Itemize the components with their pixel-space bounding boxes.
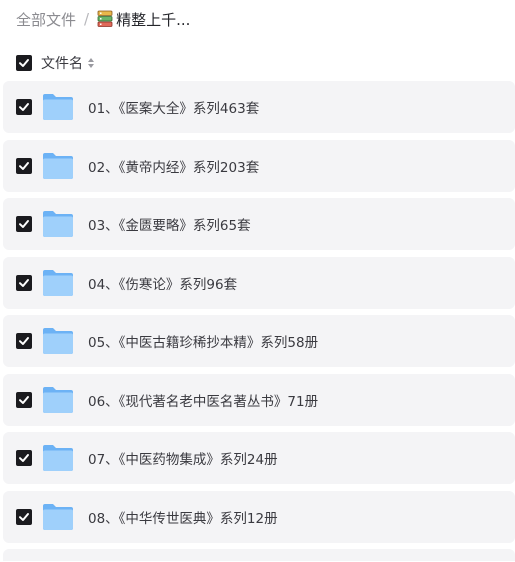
- folder-icon[interactable]: [32, 326, 75, 356]
- file-browser: 全部文件 / 精整上千... 文件名 01、《医案大全》系列463套 02、《黄…: [0, 0, 515, 562]
- file-row[interactable]: 07、《中医药物集成》系列24册: [3, 432, 515, 484]
- file-row[interactable]: 08、《中华传世医典》系列12册: [3, 490, 515, 543]
- check-icon: [19, 220, 29, 228]
- check-icon: [19, 395, 29, 404]
- row-checkbox[interactable]: [16, 508, 32, 525]
- file-name[interactable]: 04、《伤寒论》系列96套: [88, 273, 237, 293]
- row-checkbox[interactable]: [16, 391, 32, 408]
- file-row-partial[interactable]: [3, 549, 515, 561]
- folder-icon[interactable]: [32, 385, 75, 415]
- breadcrumb-root[interactable]: 全部文件: [16, 9, 76, 30]
- folder-icon[interactable]: [32, 151, 75, 181]
- file-row[interactable]: 03、《金匮要略》系列65套: [3, 198, 515, 250]
- file-list: 01、《医案大全》系列463套 02、《黄帝内经》系列203套 03、《金匮要略》系…: [3, 81, 515, 561]
- file-row[interactable]: 04、《伤寒论》系列96套: [3, 256, 515, 309]
- folder-icon[interactable]: [32, 443, 75, 473]
- check-icon: [19, 337, 29, 345]
- row-checkbox[interactable]: [16, 216, 32, 232]
- breadcrumb: 全部文件 / 精整上千...: [16, 6, 190, 32]
- column-header-filename[interactable]: 文件名: [41, 53, 83, 73]
- sort-icon[interactable]: [87, 54, 95, 73]
- row-checkbox[interactable]: [16, 157, 32, 174]
- breadcrumb-current: 精整上千...: [116, 10, 191, 29]
- file-name[interactable]: 08、《中华传世医典》系列12册: [88, 507, 278, 527]
- breadcrumb-separator: /: [84, 10, 90, 28]
- file-row[interactable]: 05、《中医古籍珍稀抄本精》系列58册: [3, 315, 515, 367]
- folder-icon[interactable]: [32, 209, 75, 239]
- file-name[interactable]: 03、《金匮要略》系列65套: [88, 214, 251, 234]
- row-checkbox[interactable]: [16, 450, 32, 466]
- file-row[interactable]: 02、《黄帝内经》系列203套: [3, 139, 515, 192]
- book-stack-icon: [97, 10, 113, 28]
- row-checkbox[interactable]: [16, 274, 32, 291]
- row-checkbox[interactable]: [16, 333, 32, 349]
- list-header: 文件名: [16, 52, 95, 74]
- check-icon: [19, 103, 29, 111]
- file-name[interactable]: 07、《中医药物集成》系列24册: [88, 448, 278, 468]
- row-checkbox[interactable]: [16, 99, 32, 115]
- folder-icon[interactable]: [32, 502, 75, 532]
- folder-icon[interactable]: [32, 268, 75, 298]
- folder-icon[interactable]: [32, 92, 75, 122]
- select-all-checkbox[interactable]: [16, 55, 32, 71]
- file-row[interactable]: 06、《现代著名老中医名著丛书》71册: [3, 373, 515, 426]
- file-name[interactable]: 02、《黄帝内经》系列203套: [88, 156, 259, 176]
- check-icon: [19, 454, 29, 462]
- file-name[interactable]: 05、《中医古籍珍稀抄本精》系列58册: [88, 331, 318, 351]
- check-icon: [19, 278, 29, 287]
- check-icon: [19, 512, 29, 521]
- file-name[interactable]: 06、《现代著名老中医名著丛书》71册: [88, 390, 318, 410]
- file-row[interactable]: 01、《医案大全》系列463套: [3, 81, 515, 133]
- file-name[interactable]: 01、《医案大全》系列463套: [88, 97, 259, 117]
- check-icon: [19, 161, 29, 170]
- check-icon: [19, 59, 29, 67]
